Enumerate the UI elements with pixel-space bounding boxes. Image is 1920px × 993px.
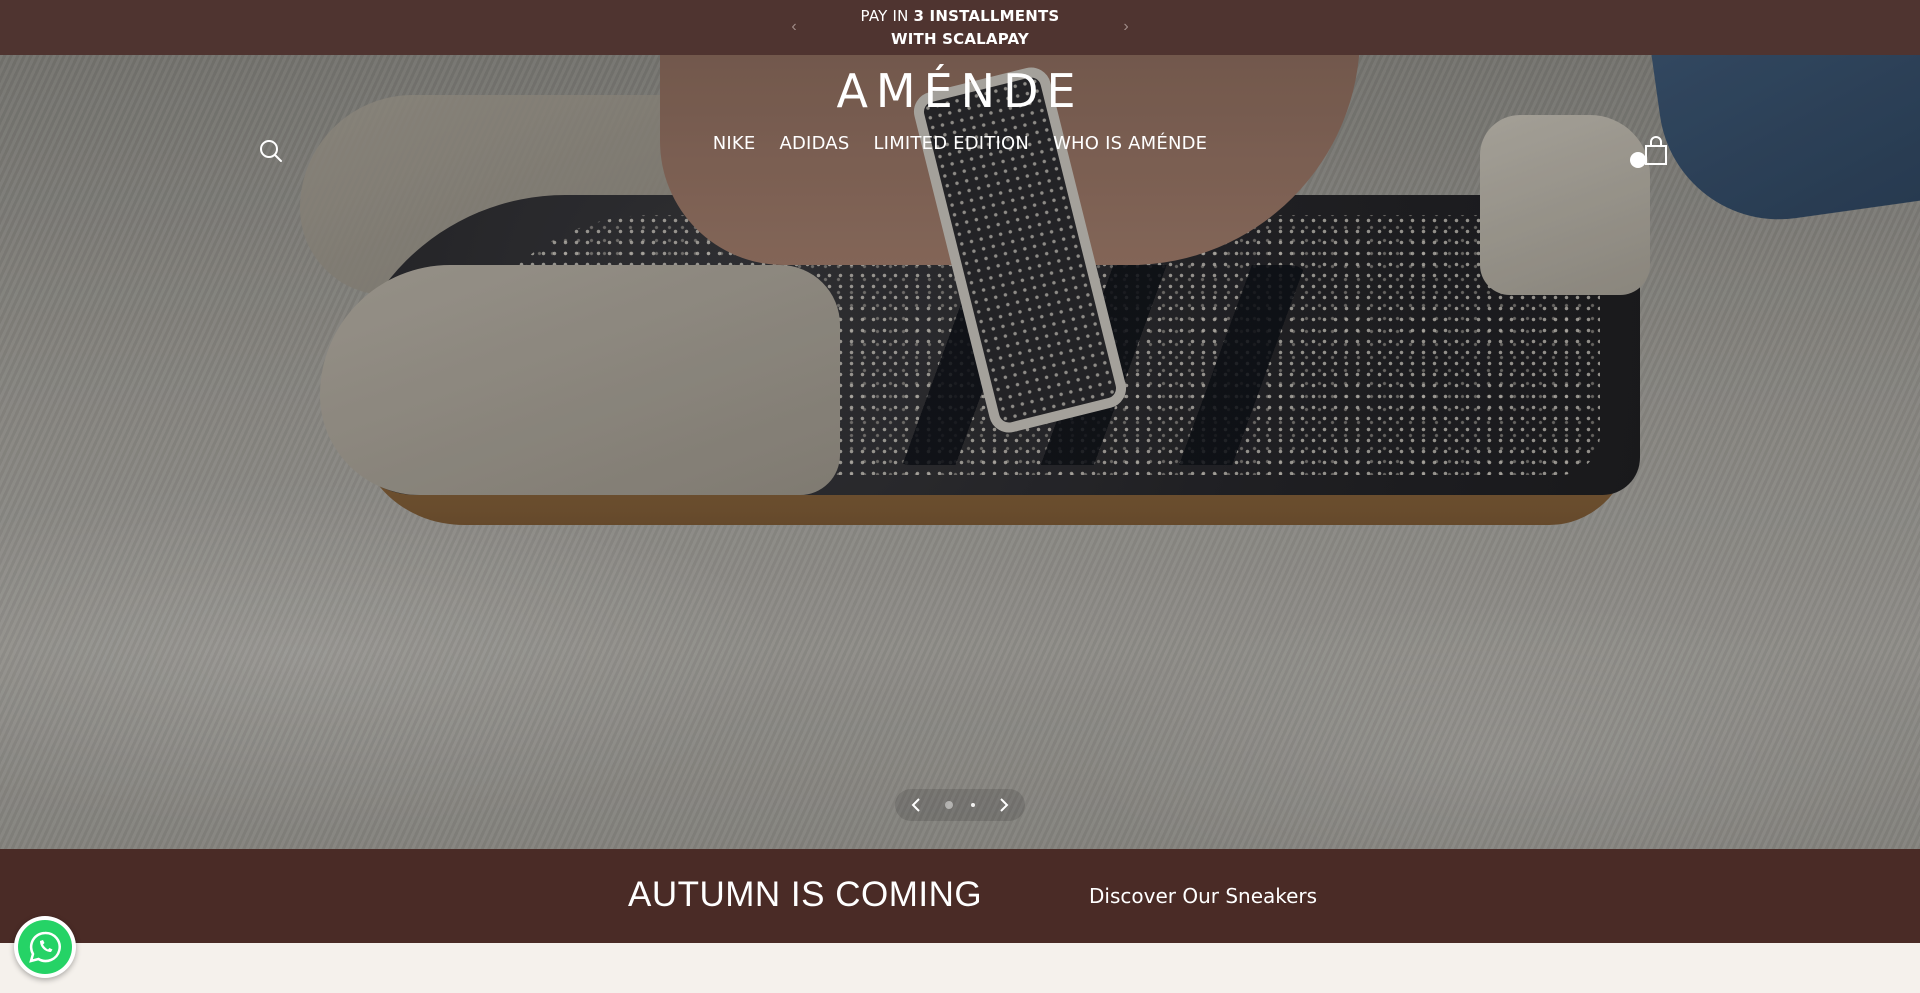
- slider-dot-1[interactable]: [945, 801, 953, 809]
- chevron-left-icon: ‹: [791, 18, 797, 35]
- announcement-prev-button[interactable]: ‹: [784, 16, 804, 38]
- hero-banner: [0, 55, 1920, 849]
- slider-prev-button[interactable]: [907, 795, 927, 815]
- slider-controls: [0, 789, 1920, 821]
- whatsapp-icon: [29, 931, 61, 963]
- announcement-bar: ‹ PAY IN 3 INSTALLMENTS WITH SCALAPAY ›: [0, 0, 1920, 55]
- discover-sneakers-link[interactable]: Discover Our Sneakers: [1089, 884, 1317, 908]
- slider-next-button[interactable]: [993, 795, 1013, 815]
- announcement-text: PAY IN 3 INSTALLMENTS WITH SCALAPAY: [861, 5, 1060, 51]
- announcement-line1-bold: 3 INSTALLMENTS: [913, 6, 1060, 25]
- nav-item-who-is-amende[interactable]: WHO IS AMÉNDE: [1053, 133, 1207, 154]
- announcement-next-button[interactable]: ›: [1116, 16, 1136, 38]
- chevron-right-icon: ›: [1123, 18, 1129, 35]
- whatsapp-button[interactable]: [14, 916, 76, 978]
- cart-count-badge: [1630, 152, 1646, 168]
- chevron-right-icon: [1000, 798, 1009, 812]
- nav-item-limited-edition[interactable]: LIMITED EDITION: [873, 133, 1029, 154]
- promo-band: AUTUMN IS COMING Discover Our Sneakers: [0, 849, 1920, 943]
- nav-item-nike[interactable]: NIKE: [713, 133, 756, 154]
- announcement-line2: WITH SCALAPAY: [891, 29, 1029, 48]
- nav-item-adidas[interactable]: ADIDAS: [779, 133, 849, 154]
- slider-dot-2[interactable]: [971, 803, 975, 807]
- promo-title: AUTUMN IS COMING: [628, 875, 983, 914]
- brand-logo[interactable]: AMÉNDE: [0, 64, 1920, 118]
- announcement-line1-prefix: PAY IN: [860, 6, 914, 25]
- chevron-left-icon: [911, 798, 920, 812]
